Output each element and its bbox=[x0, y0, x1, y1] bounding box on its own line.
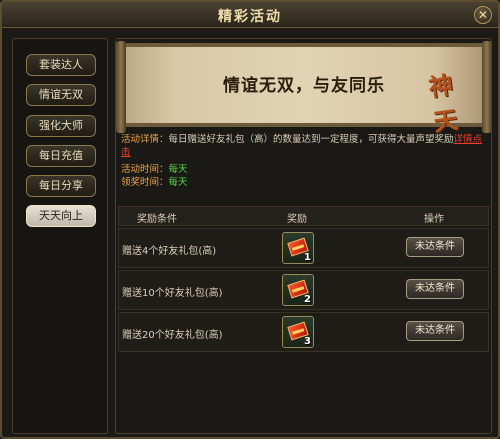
activity-detail: 活动详情：每日赠送好友礼包（高）的数量达到一定程度，可获得大量声望奖励详情点击 bbox=[121, 133, 489, 159]
reward-count: 1 bbox=[304, 252, 311, 263]
sidebar-item-enhance-master[interactable]: 强化大师 bbox=[26, 115, 96, 137]
reward-slot[interactable]: 2 bbox=[282, 274, 314, 306]
sidebar-item-daily-share[interactable]: 每日分享 bbox=[26, 175, 96, 197]
table-row: 赠送10个好友礼包(高) 2 未达条件 bbox=[118, 270, 489, 310]
activity-time: 活动时间：每天 bbox=[121, 163, 489, 176]
claim-button[interactable]: 未达条件 bbox=[406, 321, 464, 341]
activity-time-value: 每天 bbox=[168, 164, 188, 175]
table-header: 奖励条件 奖励 操作 bbox=[118, 206, 489, 226]
reward-slot[interactable]: 3 bbox=[282, 316, 314, 348]
reward-condition: 赠送4个好友礼包(高) bbox=[122, 246, 217, 257]
header-reward: 奖励 bbox=[287, 214, 307, 225]
reward-condition: 赠送10个好友礼包(高) bbox=[122, 288, 223, 299]
activity-panel: 情谊无双，与友同乐 神天 活动详情：每日赠送好友礼包（高）的数量达到一定程度，可… bbox=[115, 38, 492, 434]
claim-time-value: 每天 bbox=[168, 177, 188, 188]
game-logo: 神天 bbox=[426, 70, 460, 137]
window-title: 精彩活动 bbox=[218, 9, 282, 25]
table-row: 赠送20个好友礼包(高) 3 未达条件 bbox=[118, 312, 489, 352]
header-condition: 奖励条件 bbox=[137, 214, 177, 225]
reward-slot[interactable]: 1 bbox=[282, 232, 314, 264]
sidebar-item-daily-progress[interactable]: 天天向上 bbox=[26, 205, 96, 227]
claim-button[interactable]: 未达条件 bbox=[406, 237, 464, 257]
table-row: 赠送4个好友礼包(高) 1 未达条件 bbox=[118, 228, 489, 268]
detail-text: 每日赠送好友礼包（高）的数量达到一定程度，可获得大量声望奖励 bbox=[168, 134, 454, 145]
activity-info: 活动详情：每日赠送好友礼包（高）的数量达到一定程度，可获得大量声望奖励详情点击 … bbox=[121, 133, 489, 189]
sidebar-item-set-master[interactable]: 套装达人 bbox=[26, 54, 96, 76]
sidebar-item-daily-recharge[interactable]: 每日充值 bbox=[26, 145, 96, 167]
reward-count: 3 bbox=[304, 336, 311, 347]
reward-condition: 赠送20个好友礼包(高) bbox=[122, 330, 223, 341]
detail-label: 活动详情： bbox=[121, 134, 169, 145]
claim-time-label: 领奖时间： bbox=[121, 177, 169, 188]
activity-banner: 情谊无双，与友同乐 神天 bbox=[116, 41, 492, 137]
reward-count: 2 bbox=[304, 294, 311, 305]
claim-time: 领奖时间：每天 bbox=[121, 176, 489, 189]
close-button[interactable]: ✕ bbox=[474, 6, 492, 24]
reward-table: 奖励条件 奖励 操作 赠送4个好友礼包(高) 1 未达条件 赠送10个好友礼包(… bbox=[116, 206, 491, 352]
header-action: 操作 bbox=[424, 214, 444, 225]
title-bar[interactable]: 精彩活动 ✕ bbox=[2, 2, 498, 28]
sidebar: 套装达人 情谊无双 强化大师 每日充值 每日分享 天天向上 bbox=[12, 38, 108, 434]
sidebar-item-friendship[interactable]: 情谊无双 bbox=[26, 84, 96, 106]
activity-time-label: 活动时间： bbox=[121, 164, 169, 175]
claim-button[interactable]: 未达条件 bbox=[406, 279, 464, 299]
activity-window: 精彩活动 ✕ 套装达人 情谊无双 强化大师 每日充值 每日分享 天天向上 情谊无… bbox=[0, 0, 500, 439]
